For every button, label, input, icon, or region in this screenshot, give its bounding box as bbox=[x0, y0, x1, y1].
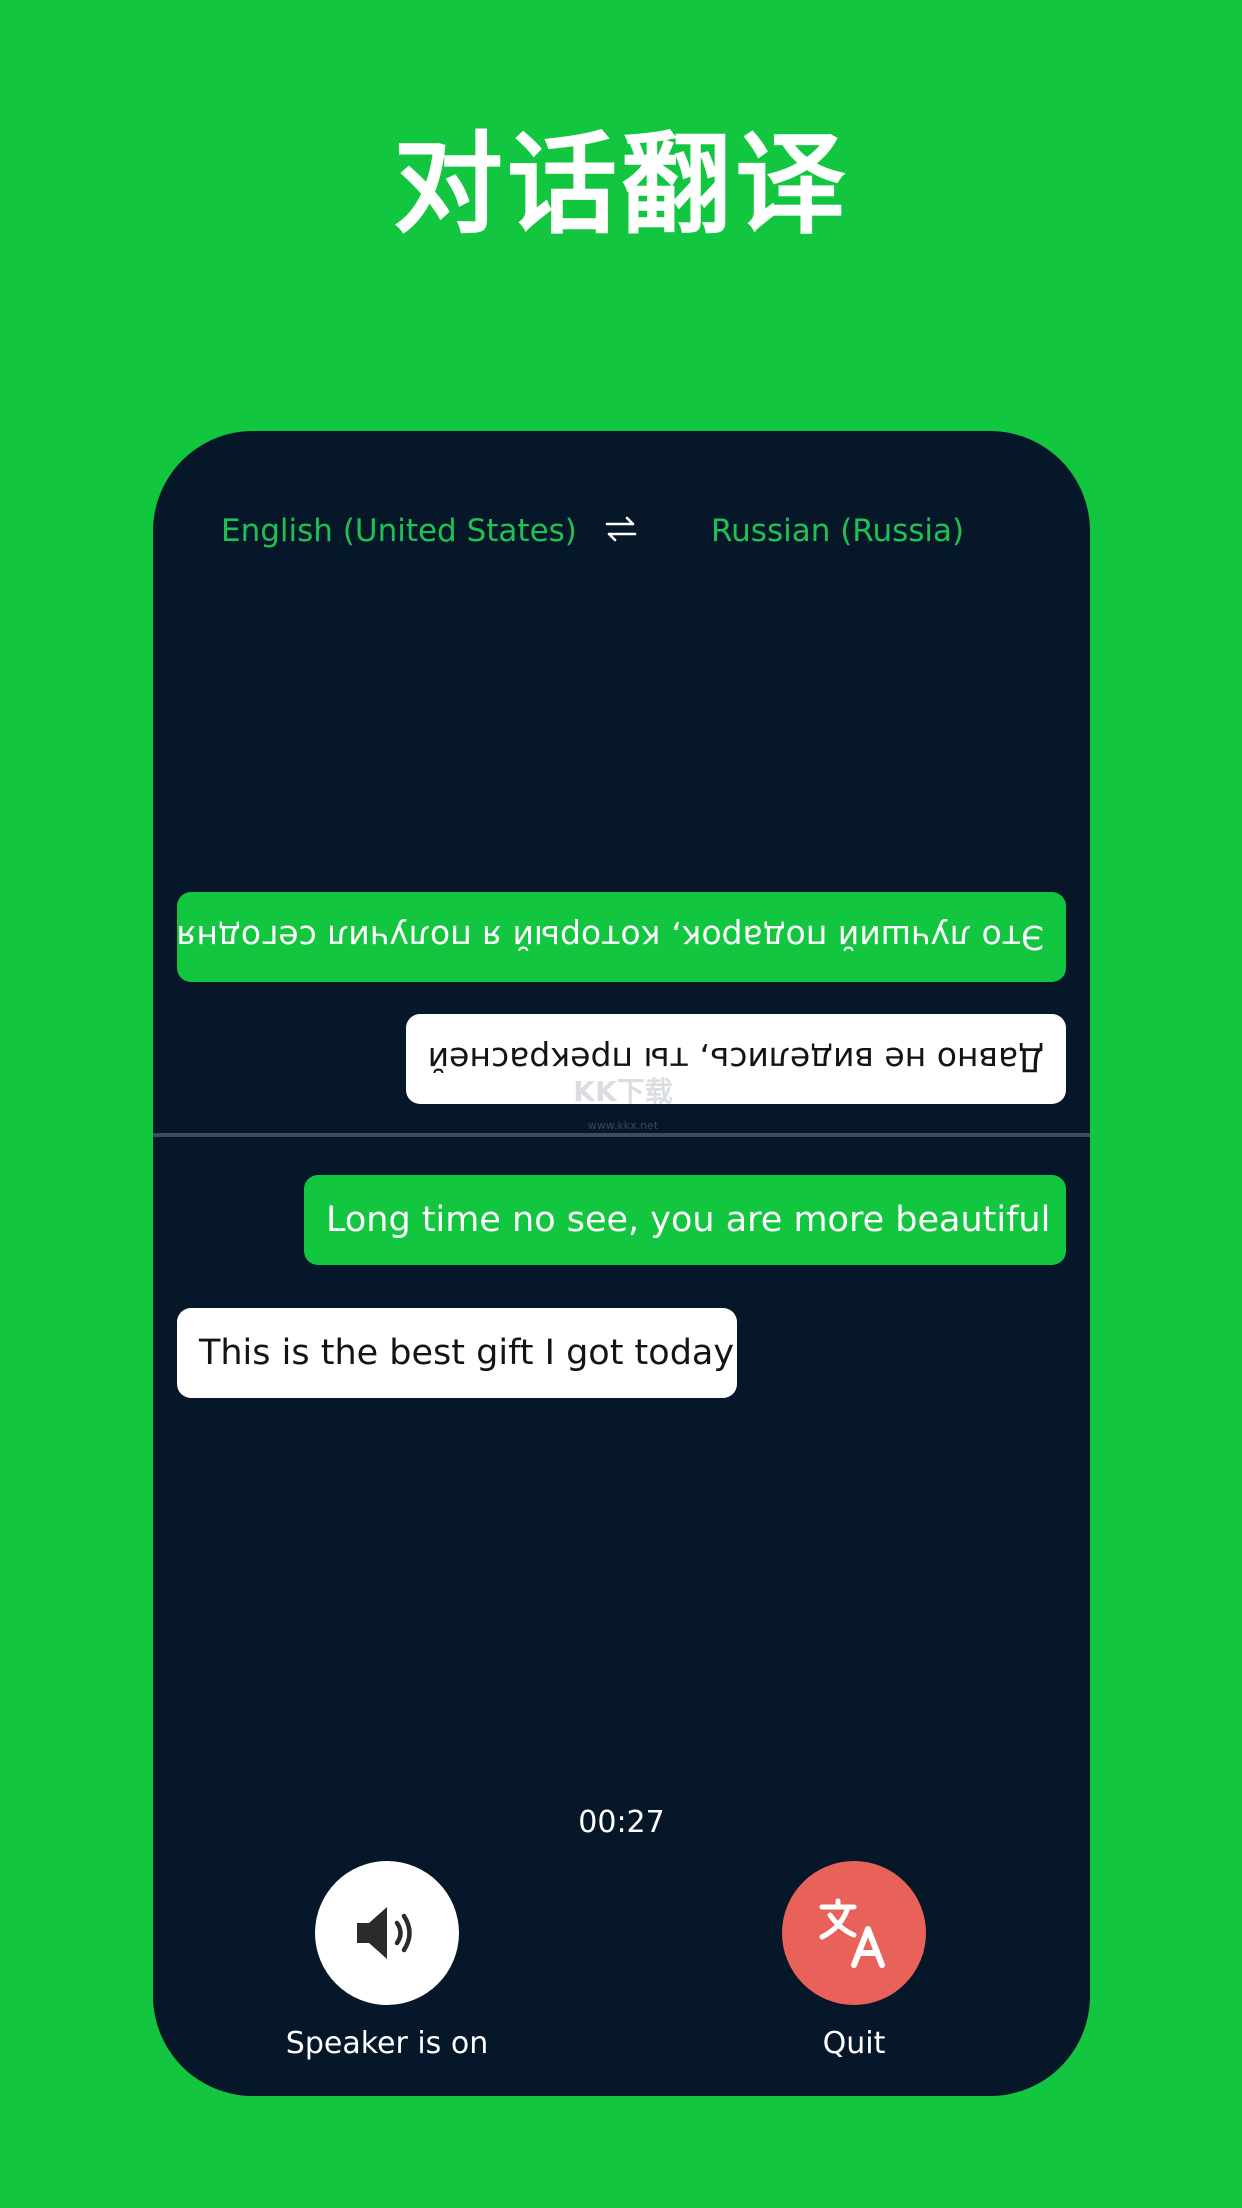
speaker-icon bbox=[357, 1907, 412, 1959]
language-bar: English (United States) Russian (Russia) bbox=[153, 501, 1090, 561]
message-bubble-2: This is the best gift I got today bbox=[177, 1308, 737, 1398]
speaker-button[interactable] bbox=[315, 1861, 459, 2005]
source-language[interactable]: English (United States) bbox=[221, 501, 577, 561]
conversation-divider bbox=[153, 1133, 1090, 1137]
message-bubble-translated-1: Это лучший подарок, который я получил се… bbox=[177, 892, 1066, 982]
phone-screen: English (United States) Russian (Russia)… bbox=[153, 431, 1090, 2096]
message-bubble-1: Long time no see, you are more beautiful bbox=[304, 1175, 1066, 1265]
watermark-logo: KK下载 bbox=[573, 1075, 673, 1108]
target-language[interactable]: Russian (Russia) bbox=[711, 501, 964, 561]
translate-icon bbox=[819, 1898, 885, 1968]
message-bubble-translated-2: Давно не виделись, ты прекрасней bbox=[406, 1014, 1066, 1104]
speaker-label: Speaker is on bbox=[285, 2026, 489, 2061]
swap-arrows-icon[interactable] bbox=[603, 511, 639, 547]
quit-label: Quit bbox=[822, 2026, 886, 2061]
quit-button[interactable] bbox=[782, 1861, 926, 2005]
watermark-url: www.kkx.net bbox=[587, 1119, 659, 1132]
call-timer: 00:27 bbox=[578, 1805, 665, 1840]
page-headline: 对话翻译 bbox=[393, 121, 849, 249]
